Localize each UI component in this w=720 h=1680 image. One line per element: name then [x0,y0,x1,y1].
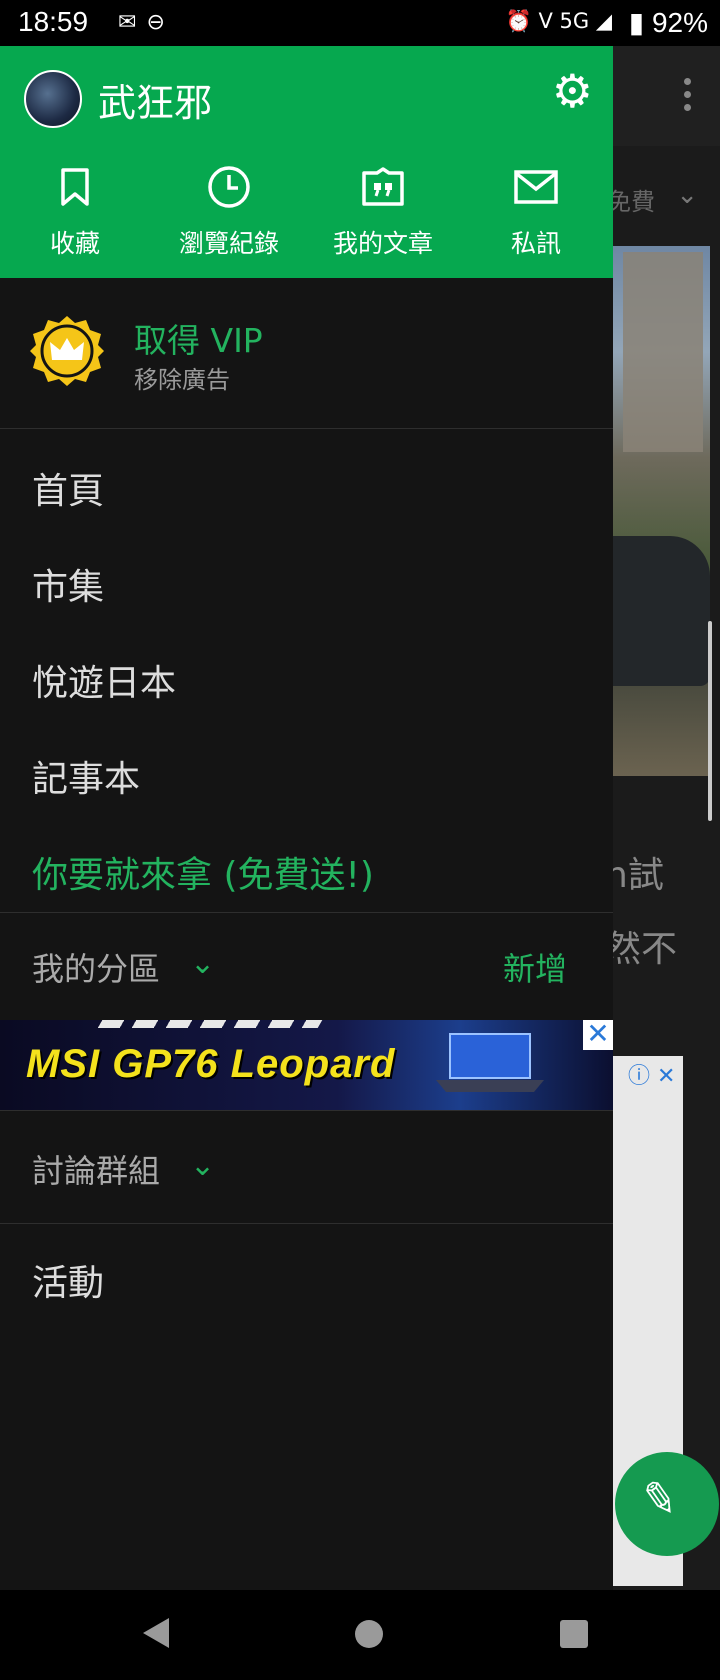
recent-apps-icon[interactable] [560,1620,588,1648]
menu-item-travel-japan[interactable]: 悅遊日本 [0,626,613,722]
ad-text: MSI GP76 Leopard [26,1042,396,1086]
link-icon: ⊖ [146,10,175,35]
background-toolbar [613,46,720,146]
menu-item-label: 記事本 [32,759,141,800]
network-type: 5G [559,9,590,33]
divider [0,1223,613,1224]
menu-item-label: 你要就來拿 (免費送!) [32,855,374,896]
pencil-icon: ✎ [636,1471,683,1528]
kebab-menu-icon[interactable] [684,78,691,117]
my-articles-label: 我的文章 [332,229,433,258]
system-nav-bar [0,1590,720,1680]
battery-level: 92% [651,7,708,38]
back-icon[interactable] [143,1618,169,1648]
menu-item-label: 市集 [32,567,105,608]
menu-item-notebook[interactable]: 記事本 [0,722,613,818]
favorites-label: 收藏 [49,229,100,258]
background-app: 免費 ⌄ n試 然不 ⓘ ✕ ✎ [613,46,720,1590]
bookmark-icon [0,164,150,210]
alarm-icon: ⏰ [505,9,532,33]
mail-icon: ✉ [118,10,147,35]
menu-item-market[interactable]: 市集 [0,530,613,626]
article-icon [308,164,458,210]
history-label: 瀏覽紀錄 [178,229,279,258]
scrollbar[interactable] [708,621,712,821]
background-text: 然不 [613,929,678,970]
my-sections-label: 我的分區 [32,950,161,988]
drawer-header: 武狂邪 ⚙ 收藏 瀏覽紀錄 我的文章 私訊 [0,46,613,278]
messages-button[interactable]: 私訊 [461,164,611,260]
ad-info-icons[interactable]: ⓘ ✕ [628,1058,675,1090]
background-article-image [613,246,710,776]
laptop-image [436,1033,544,1092]
home-icon[interactable] [355,1620,383,1648]
messages-label: 私訊 [510,229,561,258]
volte-icon: V [538,9,553,33]
status-left-icons: ✉⊖ [118,10,175,35]
groups-row[interactable]: 討論群組 ⌄ [0,1118,613,1214]
menu-item-label: 悅遊日本 [32,663,177,704]
battery-indicator: ▮ 92% [629,6,708,39]
signal-icon: ◢ [595,9,612,33]
background-text: n試 [613,855,664,896]
add-section-button[interactable]: 新增 [503,944,567,990]
navigation-drawer: 武狂邪 ⚙ 收藏 瀏覽紀錄 我的文章 私訊 取得 VIP 移除廣告 首頁 市集 … [0,46,613,1590]
get-vip-button[interactable]: 取得 VIP 移除廣告 [0,278,613,429]
my-articles-button[interactable]: 我的文章 [308,164,458,260]
chevron-down-icon[interactable]: ⌄ [190,1148,215,1183]
vip-title: 取得 VIP [134,321,263,360]
my-sections-row: 我的分區 ⌄ 新增 [0,916,613,1012]
background-filter[interactable]: 免費 ⌄ [613,146,720,246]
chevron-down-icon[interactable]: ⌄ [190,946,215,981]
mail-icon [461,164,611,210]
menu-item-label: 活動 [32,1263,105,1304]
history-button[interactable]: 瀏覽紀錄 [154,164,304,260]
clock-icon [154,164,304,210]
vip-subtitle: 移除廣告 [134,366,230,394]
divider [0,1110,613,1111]
crown-badge-icon [30,314,104,392]
favorites-button[interactable]: 收藏 [0,164,150,260]
ad-decoration [97,1020,323,1028]
status-bar: 18:59 ✉⊖ ⏰ V 5G ◢ ▮ 92% [0,0,720,46]
divider [0,912,613,913]
status-time: 18:59 [18,6,89,37]
avatar[interactable] [24,70,82,128]
groups-label: 討論群組 [32,1152,161,1190]
username[interactable]: 武狂邪 [98,72,212,127]
menu-item-home[interactable]: 首頁 [0,434,613,530]
background-filter-text: 免費 [613,188,655,216]
compose-fab[interactable]: ✎ [615,1452,719,1556]
menu-item-events[interactable]: 活動 [0,1226,613,1322]
menu-item-free-giveaway[interactable]: 你要就來拿 (免費送!) [0,818,613,914]
menu-item-label: 首頁 [32,471,105,512]
gear-icon[interactable]: ⚙ [552,68,593,114]
ad-banner[interactable]: MSI GP76 Leopard ✕ [0,1020,613,1110]
status-right-icons: ⏰ V 5G ◢ [506,9,612,34]
battery-icon: ▮ [628,7,645,38]
close-icon[interactable]: ✕ [583,1020,613,1050]
chevron-down-icon: ⌄ [676,180,698,210]
